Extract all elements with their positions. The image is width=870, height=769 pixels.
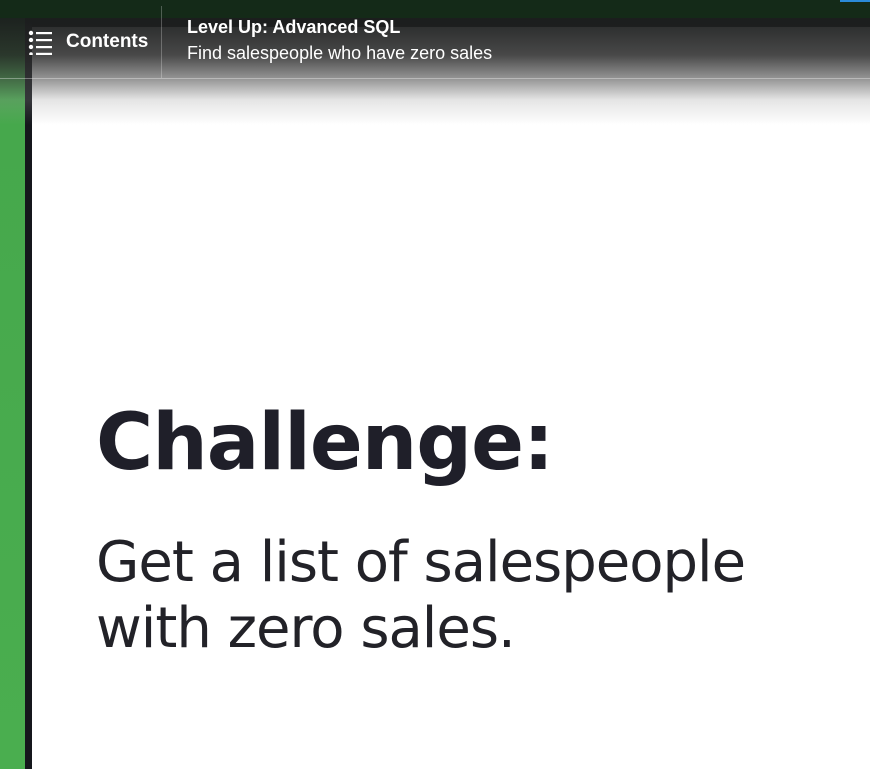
desktop-background <box>0 0 25 769</box>
player-header: Contents Level Up: Advanced SQL Find sal… <box>0 0 870 79</box>
course-title[interactable]: Level Up: Advanced SQL <box>187 17 400 38</box>
slide-body-line: Get a list of salespeople <box>96 530 746 595</box>
video-player-window: Challenge: Get a list of salespeople wit… <box>0 0 870 769</box>
header-bottom-line <box>0 78 870 79</box>
slide-body-line: with zero sales. <box>96 596 516 661</box>
video-title: Find salespeople who have zero sales <box>187 43 493 63</box>
slide-body: Get a list of salespeople with zero sale… <box>96 530 816 662</box>
contents-button[interactable]: Contents <box>18 22 158 62</box>
player-frame-left <box>25 20 32 769</box>
header-divider <box>161 6 162 78</box>
contents-label: Contents <box>66 31 149 52</box>
slide-heading: Challenge: <box>96 398 554 488</box>
list-icon <box>28 30 52 55</box>
